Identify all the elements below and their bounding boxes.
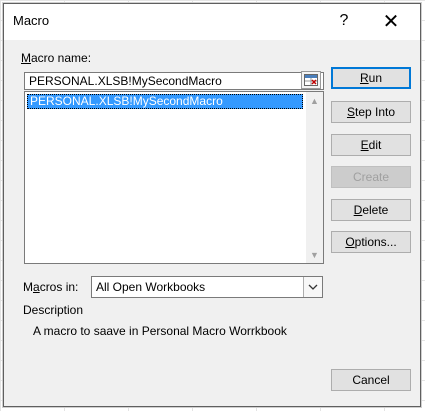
create-button[interactable]: Create — [331, 166, 411, 188]
description-text: A macro to saave in Personal Macro Worrk… — [33, 324, 287, 338]
range-select-icon — [304, 74, 318, 86]
list-item[interactable]: PERSONAL.XLSB!MySecondMacro — [27, 94, 303, 109]
help-button[interactable]: ? — [322, 4, 366, 38]
collapse-dialog-button[interactable] — [301, 71, 321, 89]
dialog-title: Macro — [13, 13, 50, 28]
close-button[interactable]: ✕ — [369, 4, 413, 38]
macros-in-value: All Open Workbooks — [96, 280, 206, 294]
run-button[interactable]: Run — [331, 67, 411, 89]
title-bar: Macro ? ✕ — [4, 4, 420, 40]
step-into-button[interactable]: Step Into — [331, 101, 411, 123]
edit-button[interactable]: Edit — [331, 134, 411, 156]
chevron-down-icon[interactable] — [303, 277, 322, 297]
macro-dialog: Macro ? ✕ Macro name: PERSONAL.XLSB!MySe… — [3, 3, 421, 407]
help-icon: ? — [339, 12, 349, 29]
scroll-down-icon[interactable]: ▼ — [306, 246, 323, 263]
macro-name-label: Macro name: — [21, 51, 92, 65]
macro-name-input[interactable]: PERSONAL.XLSB!MySecondMacro — [24, 72, 324, 90]
macros-in-label: Macros in: — [23, 280, 79, 294]
description-label: Description — [23, 303, 84, 317]
scroll-up-icon[interactable]: ▲ — [306, 92, 323, 109]
delete-button[interactable]: Delete — [331, 199, 411, 221]
macro-name-value: PERSONAL.XLSB!MySecondMacro — [29, 74, 222, 88]
close-icon: ✕ — [382, 10, 400, 33]
options-button[interactable]: Options... — [331, 231, 411, 253]
cancel-button[interactable]: Cancel — [331, 369, 411, 391]
macros-in-select[interactable]: All Open Workbooks — [91, 276, 323, 298]
macro-list[interactable]: PERSONAL.XLSB!MySecondMacro ▲ ▼ — [24, 91, 324, 264]
vertical-scrollbar[interactable]: ▲ ▼ — [306, 92, 323, 263]
